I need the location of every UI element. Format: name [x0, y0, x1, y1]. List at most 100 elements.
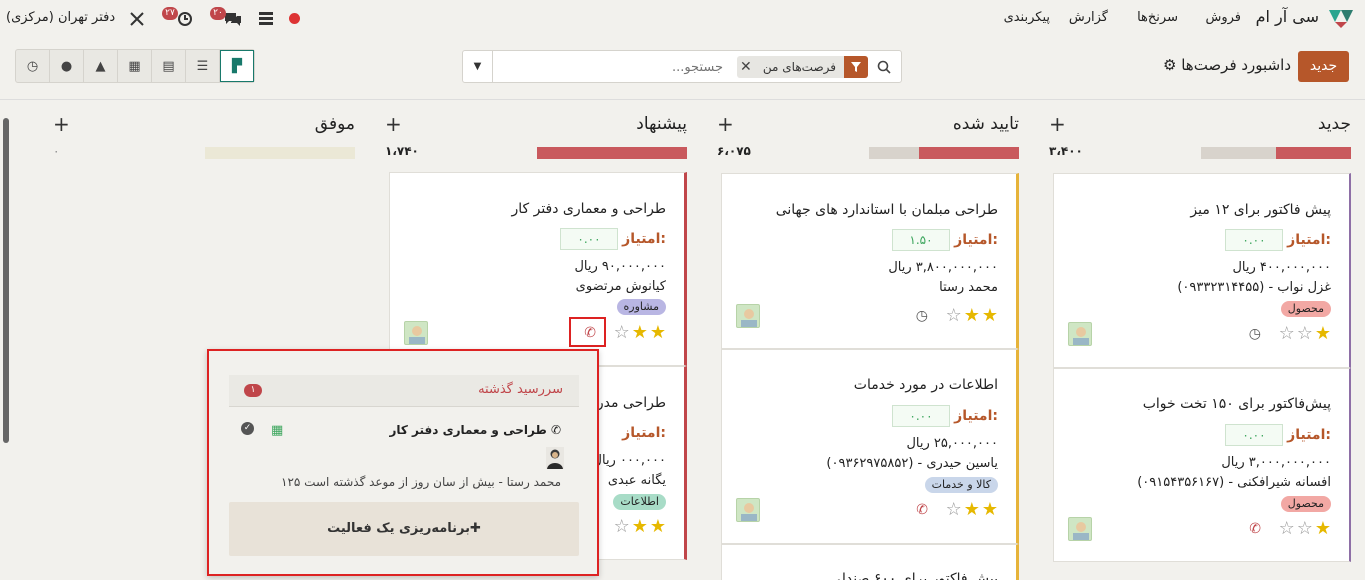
column-title[interactable]: تایید شده — [953, 114, 1019, 134]
activity-clock-icon[interactable]: ◷ — [916, 308, 928, 324]
view-map[interactable]: ● — [50, 50, 84, 82]
progress-segment[interactable] — [537, 147, 687, 159]
star-filled-icon[interactable]: ★ — [982, 499, 1000, 520]
add-card-button[interactable]: + — [717, 112, 734, 136]
view-graph[interactable]: ▲ — [84, 50, 118, 82]
menu-config[interactable]: پیکربندی — [1004, 10, 1050, 25]
kanban-card[interactable]: پیش‌فاکتور برای ۱۵۰ تخت خواب امتیاز: ۰.۰… — [1053, 368, 1351, 562]
calendar-icon[interactable]: ▦ — [271, 423, 283, 438]
search-icon[interactable] — [877, 60, 891, 74]
user-avatar[interactable] — [546, 447, 564, 469]
avatar[interactable] — [736, 304, 760, 328]
add-card-button[interactable]: + — [53, 112, 70, 136]
progress-segment[interactable] — [205, 147, 355, 159]
star-filled-icon[interactable]: ★ — [650, 516, 668, 537]
menu-leads[interactable]: سرنخ‌ها — [1137, 10, 1178, 25]
record-dot-icon[interactable] — [289, 13, 300, 24]
star-empty-icon[interactable]: ☆ — [614, 516, 632, 537]
card-tag[interactable]: مشاوره — [616, 299, 666, 315]
search-input[interactable] — [493, 57, 723, 77]
star-empty-icon[interactable]: ☆ — [1297, 323, 1315, 344]
kanban-card[interactable]: پیش فاکتور برای ۶۰۰ صندلی — [721, 544, 1019, 580]
star-filled-icon[interactable]: ★ — [964, 305, 982, 326]
gear-icon[interactable]: ⚙ — [1163, 56, 1176, 74]
chat-icon[interactable] — [224, 11, 242, 27]
avatar[interactable] — [736, 498, 760, 522]
list-icon[interactable] — [259, 12, 273, 25]
tools-icon[interactable] — [129, 11, 145, 27]
star-empty-icon[interactable]: ☆ — [946, 305, 964, 326]
column-title[interactable]: پیشنهاد — [636, 114, 687, 134]
search-options-toggle[interactable]: ▼ — [463, 51, 493, 82]
star-filled-icon[interactable]: ★ — [632, 516, 650, 537]
star-filled-icon[interactable]: ★ — [1315, 323, 1333, 344]
column-progress[interactable] — [1201, 147, 1351, 159]
column-progress[interactable] — [869, 147, 1019, 159]
company-switcher[interactable]: دفتر تهران (مرکزی) — [6, 10, 115, 25]
column-total: ۳،۴۰۰ — [1049, 144, 1083, 158]
view-calendar[interactable]: ▤ — [152, 50, 186, 82]
activity-clock-icon[interactable] — [177, 11, 193, 27]
progress-segment[interactable] — [918, 147, 1019, 159]
card-tag[interactable]: محصول — [1280, 301, 1331, 317]
priority-stars[interactable]: ★☆☆ — [1279, 323, 1333, 344]
star-empty-icon[interactable]: ☆ — [1279, 323, 1297, 344]
progress-segment[interactable] — [1276, 147, 1351, 159]
view-pivot[interactable]: ▦ — [118, 50, 152, 82]
priority-stars[interactable]: ★★☆ — [614, 516, 668, 537]
progress-segment[interactable] — [869, 147, 919, 159]
clock-icon: ◷ — [26, 58, 39, 74]
view-activity[interactable]: ◷ — [16, 50, 50, 82]
filter-facet[interactable]: فرصت‌های من ✕ — [736, 56, 868, 78]
card-tag[interactable]: محصول — [1280, 496, 1331, 512]
avatar[interactable] — [404, 321, 428, 345]
mark-done-icon[interactable]: ✓ — [241, 422, 254, 435]
kanban-card[interactable]: پیش فاکتور برای ۱۲ میز امتیاز: ۰.۰۰ ۴۰۰,… — [1053, 173, 1351, 368]
activity-title-text: طراحی و معماری دفتر کار — [389, 423, 547, 437]
column-title[interactable]: موفق — [315, 114, 355, 134]
star-empty-icon[interactable]: ☆ — [1279, 518, 1297, 539]
activity-clock-icon[interactable]: ◷ — [1249, 326, 1261, 342]
table-icon: ▦ — [128, 58, 141, 74]
view-list[interactable]: ☰ — [186, 50, 220, 82]
star-filled-icon[interactable]: ★ — [632, 322, 650, 343]
column-total: ۱،۷۴۰ — [385, 144, 419, 158]
menu-sales[interactable]: فروش — [1205, 10, 1241, 25]
card-tag[interactable]: اطلاعات — [613, 494, 666, 510]
kanban-card[interactable]: اطلاعات در مورد خدمات امتیاز: ۰.۰۰ ۲۵,۰۰… — [721, 349, 1019, 544]
activity-item-title[interactable]: ✆ طراحی و معماری دفتر کار — [389, 423, 561, 437]
card-tag[interactable]: کالا و خدمات — [924, 477, 998, 493]
star-empty-icon[interactable]: ☆ — [614, 322, 632, 343]
menu-report[interactable]: گزارش — [1069, 10, 1108, 25]
column-progress[interactable] — [537, 147, 687, 159]
schedule-activity-button[interactable]: ✚برنامه‌ریزی یک فعالیت — [229, 502, 579, 556]
priority-stars[interactable]: ★★☆ — [946, 305, 1000, 326]
kanban-card[interactable]: طراحی و معماری دفتر کار امتیاز: ۰.۰۰ ۹۰,… — [389, 172, 687, 366]
progress-segment[interactable] — [1201, 147, 1276, 159]
priority-stars[interactable]: ★★☆ — [946, 499, 1000, 520]
star-filled-icon[interactable]: ★ — [650, 322, 668, 343]
star-filled-icon[interactable]: ★ — [1315, 518, 1333, 539]
app-name[interactable]: سی آر ام — [1256, 7, 1319, 26]
priority-stars[interactable]: ★★☆ — [614, 322, 668, 343]
star-empty-icon[interactable]: ☆ — [1297, 518, 1315, 539]
add-card-button[interactable]: + — [385, 112, 402, 136]
add-card-button[interactable]: + — [1049, 112, 1066, 136]
remove-facet-icon[interactable]: ✕ — [737, 56, 755, 78]
facet-label: فرصت‌های من — [762, 60, 836, 74]
new-button[interactable]: جدید — [1298, 51, 1349, 82]
column-title[interactable]: جدید — [1318, 114, 1351, 134]
scrollbar[interactable] — [3, 118, 9, 443]
avatar[interactable] — [1068, 322, 1092, 346]
star-filled-icon[interactable]: ★ — [964, 499, 982, 520]
star-filled-icon[interactable]: ★ — [982, 305, 1000, 326]
priority-stars[interactable]: ★☆☆ — [1279, 518, 1333, 539]
view-kanban[interactable]: ▛ — [220, 50, 254, 82]
column-progress[interactable] — [205, 147, 355, 159]
kanban-card[interactable]: طراحی مبلمان با استاندارد های جهانی امتی… — [721, 173, 1019, 349]
phone-icon[interactable]: ✆ — [1249, 521, 1261, 537]
avatar[interactable] — [1068, 517, 1092, 541]
star-empty-icon[interactable]: ☆ — [946, 499, 964, 520]
phone-icon[interactable]: ✆ — [916, 502, 928, 518]
app-logo-icon[interactable] — [1329, 8, 1353, 28]
